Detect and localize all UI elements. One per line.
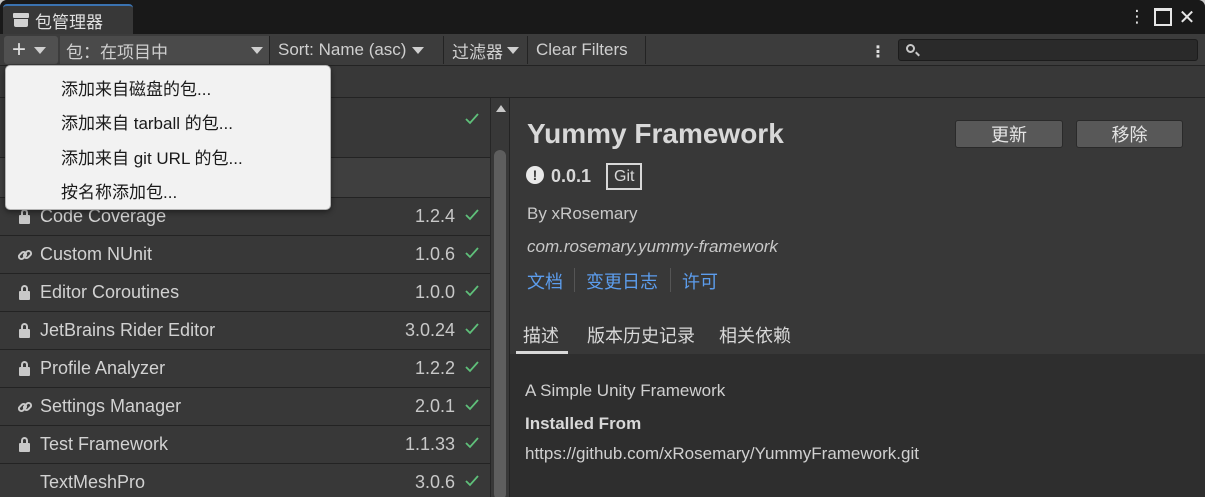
warning-icon: !	[526, 166, 544, 184]
chevron-down-icon	[34, 46, 47, 54]
package-name: Editor Coroutines	[40, 282, 180, 302]
description-pane: A Simple Unity Framework Installed From …	[510, 354, 1205, 497]
package-version: 3.0.6	[414, 472, 455, 492]
filters-label: 过滤器	[452, 42, 503, 62]
add-package-button[interactable]: +	[4, 36, 58, 64]
check-icon	[465, 285, 479, 297]
search-input[interactable]	[898, 39, 1198, 61]
package-version: 1.2.2	[414, 358, 455, 378]
package-version: 2.0.1	[414, 396, 455, 416]
license-link[interactable]: 许可	[682, 268, 718, 294]
lock-icon	[17, 285, 33, 301]
menu-item-add-from-disk[interactable]: 添加来自磁盘的包...	[61, 75, 211, 100]
sort-dropdown[interactable]: Sort: Name (asc)	[272, 36, 444, 64]
window-tab[interactable]: 包管理器	[3, 4, 133, 34]
list-item[interactable]: Custom NUnit 1.0.6	[0, 236, 490, 274]
check-icon	[465, 475, 479, 487]
package-details-panel: Yummy Framework 更新 移除 ! 0.0.1 Git By xRo…	[510, 98, 1205, 497]
link-separator	[574, 268, 575, 292]
link-icon	[17, 401, 33, 413]
packages-scope-dropdown[interactable]: 包：在项目中	[60, 36, 270, 64]
package-description: A Simple Unity Framework	[525, 381, 726, 400]
package-version: 3.0.24	[404, 320, 455, 340]
scrollbar-thumb[interactable]	[494, 150, 506, 497]
link-separator	[670, 268, 671, 292]
clear-filters-button[interactable]: Clear Filters	[530, 36, 646, 64]
lock-icon	[17, 437, 33, 453]
search-icon	[906, 44, 915, 53]
chevron-down-icon	[412, 46, 425, 54]
scroll-up-icon[interactable]	[496, 105, 506, 112]
lock-icon	[17, 361, 33, 377]
menu-item-add-by-name[interactable]: 按名称添加包...	[61, 178, 177, 203]
chevron-down-icon	[251, 47, 263, 54]
toolbar: + 包：在项目中 Sort: Name (asc) 过滤器 Clear Filt…	[0, 34, 1205, 66]
plus-icon: +	[12, 36, 27, 63]
package-version: 1.0.0	[414, 282, 455, 302]
package-icon	[13, 13, 29, 27]
package-name: JetBrains Rider Editor	[40, 320, 216, 340]
filters-dropdown[interactable]: 过滤器	[446, 36, 528, 64]
sort-label: Sort: Name (asc)	[278, 40, 407, 59]
installed-from-label: Installed From	[525, 414, 642, 433]
list-item[interactable]: Test Framework 1.1.33	[0, 426, 490, 464]
documentation-link[interactable]: 文档	[527, 268, 563, 294]
check-icon	[465, 209, 479, 221]
list-item[interactable]: Editor Coroutines 1.0.0	[0, 274, 490, 312]
chevron-down-icon	[507, 46, 519, 54]
package-title: Yummy Framework	[527, 118, 784, 149]
package-version: 1.0.6	[414, 244, 455, 264]
add-package-menu: 添加来自磁盘的包... 添加来自 tarball 的包... 添加来自 git …	[5, 65, 331, 210]
changelog-link[interactable]: 变更日志	[586, 268, 658, 294]
close-icon[interactable]: ✕	[1177, 7, 1197, 29]
check-icon	[465, 113, 479, 125]
package-name: Custom NUnit	[40, 244, 153, 264]
check-icon	[465, 399, 479, 411]
link-icon	[17, 249, 33, 261]
tab-dependencies[interactable]: 相关依赖	[719, 322, 791, 348]
check-icon	[465, 247, 479, 259]
package-id: com.rosemary.yummy-framework	[527, 237, 778, 256]
more-options-icon[interactable]: ⋮	[1127, 7, 1147, 27]
remove-button[interactable]: 移除	[1076, 120, 1183, 148]
window-tab-label: 包管理器	[35, 12, 103, 32]
list-item[interactable]: Profile Analyzer 1.2.2	[0, 350, 490, 388]
menu-item-add-from-git-url[interactable]: 添加来自 git URL 的包...	[61, 144, 243, 169]
package-version: 0.0.1	[551, 166, 592, 186]
maximize-icon[interactable]	[1153, 7, 1173, 27]
package-author: By xRosemary	[527, 204, 638, 223]
check-icon	[465, 437, 479, 449]
update-button[interactable]: 更新	[955, 120, 1063, 148]
package-name: Profile Analyzer	[40, 358, 166, 378]
package-name: Test Framework	[40, 434, 169, 454]
tab-description[interactable]: 描述	[523, 322, 559, 348]
lock-icon	[17, 323, 33, 339]
installed-from-url: https://github.com/xRosemary/YummyFramew…	[525, 444, 919, 463]
packages-scope-label: 包：在项目中	[66, 42, 168, 62]
list-item[interactable]: TextMeshPro 3.0.6	[0, 464, 490, 497]
package-name: Settings Manager	[40, 396, 182, 416]
tab-version-history[interactable]: 版本历史记录	[587, 322, 695, 348]
toolbar-more-icon[interactable]: ⋮	[870, 42, 886, 62]
list-item[interactable]: Settings Manager 2.0.1	[0, 388, 490, 426]
lock-icon	[17, 209, 33, 225]
list-scrollbar[interactable]	[490, 98, 510, 497]
package-version: 1.2.4	[414, 206, 455, 226]
menu-item-add-from-tarball[interactable]: 添加来自 tarball 的包...	[61, 109, 233, 134]
package-manager-window: 包管理器 ⋮ ✕ + 包：在项目中 Sort: Name (asc) 过滤器 C…	[0, 0, 1205, 497]
details-tabs: 描述 版本历史记录 相关依赖	[510, 315, 1205, 354]
package-version: 1.1.33	[404, 434, 455, 454]
check-icon	[465, 361, 479, 373]
package-name: TextMeshPro	[40, 472, 146, 492]
title-bar: 包管理器 ⋮ ✕	[0, 0, 1205, 34]
list-item[interactable]: JetBrains Rider Editor 3.0.24	[0, 312, 490, 350]
source-badge: Git	[606, 163, 643, 190]
check-icon	[465, 323, 479, 335]
